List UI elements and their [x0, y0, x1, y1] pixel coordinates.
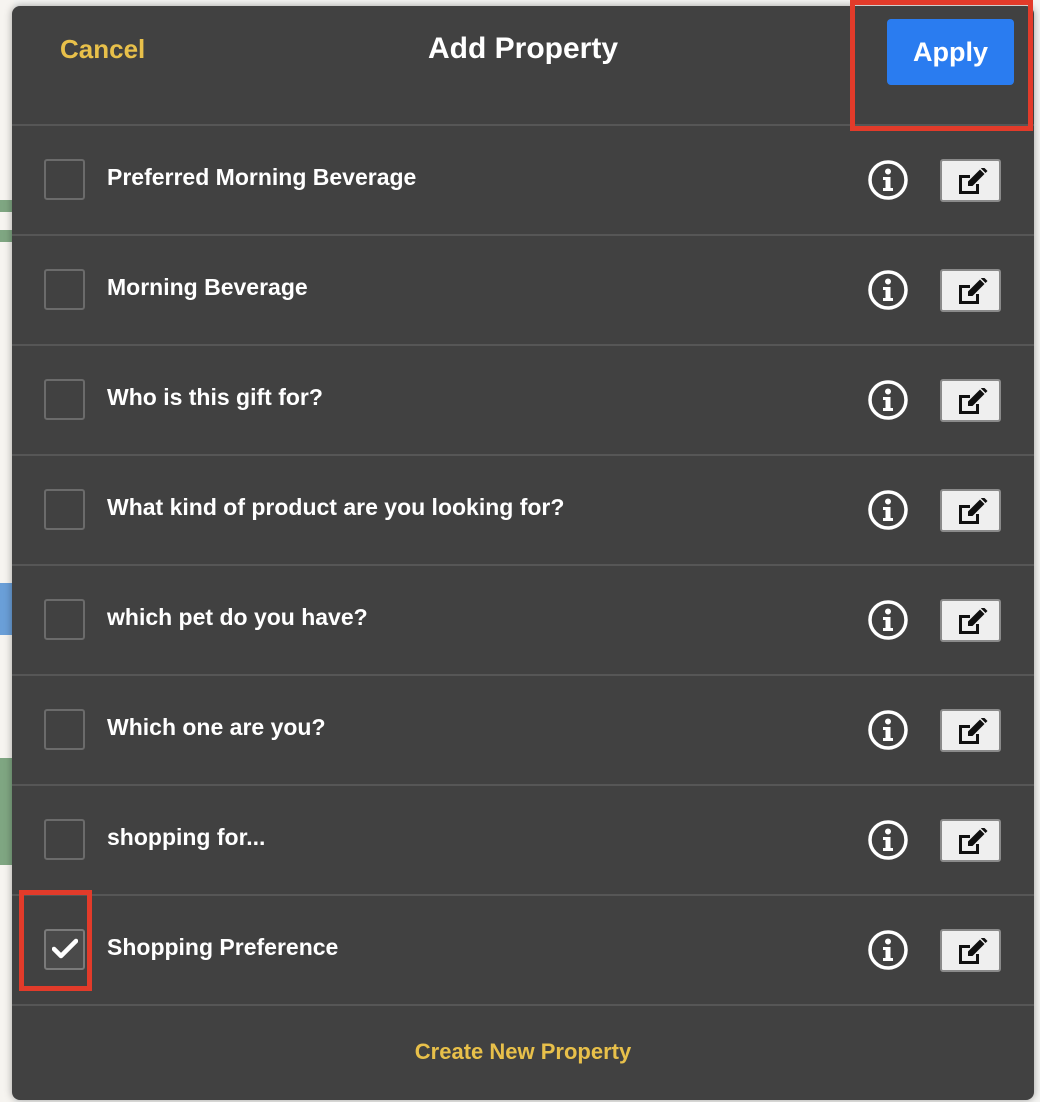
property-list: Preferred Morning Beverage Morning Bever…: [12, 124, 1034, 1004]
property-label: which pet do you have?: [107, 604, 368, 630]
property-label: shopping for...: [107, 824, 266, 850]
info-circle-icon[interactable]: [867, 159, 909, 201]
property-row[interactable]: What kind of product are you looking for…: [12, 454, 1034, 564]
info-circle-icon[interactable]: [867, 929, 909, 971]
edit-button[interactable]: [940, 379, 1001, 422]
edit-icon: [959, 608, 988, 634]
property-checkbox[interactable]: [44, 489, 85, 530]
property-label: Morning Beverage: [107, 274, 308, 300]
edit-button[interactable]: [940, 709, 1001, 752]
info-circle-icon[interactable]: [867, 269, 909, 311]
edit-button[interactable]: [940, 929, 1001, 972]
create-new-property-link[interactable]: Create New Property: [12, 1039, 1034, 1065]
modal-header: Cancel Add Property Apply: [12, 6, 1034, 124]
info-circle-icon[interactable]: [867, 379, 909, 421]
property-label: Which one are you?: [107, 714, 326, 740]
edit-button[interactable]: [940, 269, 1001, 312]
info-circle-icon[interactable]: [867, 489, 909, 531]
info-circle-icon[interactable]: [867, 599, 909, 641]
edit-icon: [959, 938, 988, 964]
property-checkbox[interactable]: [44, 379, 85, 420]
checkmark-icon: [52, 938, 78, 959]
property-checkbox[interactable]: [44, 929, 85, 970]
edit-button[interactable]: [940, 599, 1001, 642]
apply-button[interactable]: Apply: [887, 19, 1014, 85]
property-row[interactable]: Which one are you?: [12, 674, 1034, 784]
property-row[interactable]: which pet do you have?: [12, 564, 1034, 674]
property-row[interactable]: Preferred Morning Beverage: [12, 124, 1034, 234]
property-label: Shopping Preference: [107, 934, 339, 960]
edit-icon: [959, 828, 988, 854]
property-checkbox[interactable]: [44, 159, 85, 200]
property-row[interactable]: Shopping Preference: [12, 894, 1034, 1004]
edit-icon: [959, 168, 988, 194]
edit-button[interactable]: [940, 489, 1001, 532]
property-row[interactable]: Morning Beverage: [12, 234, 1034, 344]
property-checkbox[interactable]: [44, 709, 85, 750]
property-label: Who is this gift for?: [107, 384, 323, 410]
modal-footer: Create New Property: [12, 1004, 1034, 1100]
property-label: Preferred Morning Beverage: [107, 164, 417, 190]
add-property-modal: Cancel Add Property Apply Preferred Morn…: [12, 6, 1034, 1100]
property-row[interactable]: shopping for...: [12, 784, 1034, 894]
edit-icon: [959, 498, 988, 524]
edit-icon: [959, 388, 988, 414]
property-checkbox[interactable]: [44, 599, 85, 640]
edit-button[interactable]: [940, 159, 1001, 202]
edit-icon: [959, 718, 988, 744]
property-checkbox[interactable]: [44, 819, 85, 860]
modal-title: Add Property: [427, 32, 619, 65]
property-checkbox[interactable]: [44, 269, 85, 310]
edit-button[interactable]: [940, 819, 1001, 862]
info-circle-icon[interactable]: [867, 819, 909, 861]
info-circle-icon[interactable]: [867, 709, 909, 751]
property-label: What kind of product are you looking for…: [107, 494, 565, 520]
edit-icon: [959, 278, 988, 304]
property-row[interactable]: Who is this gift for?: [12, 344, 1034, 454]
